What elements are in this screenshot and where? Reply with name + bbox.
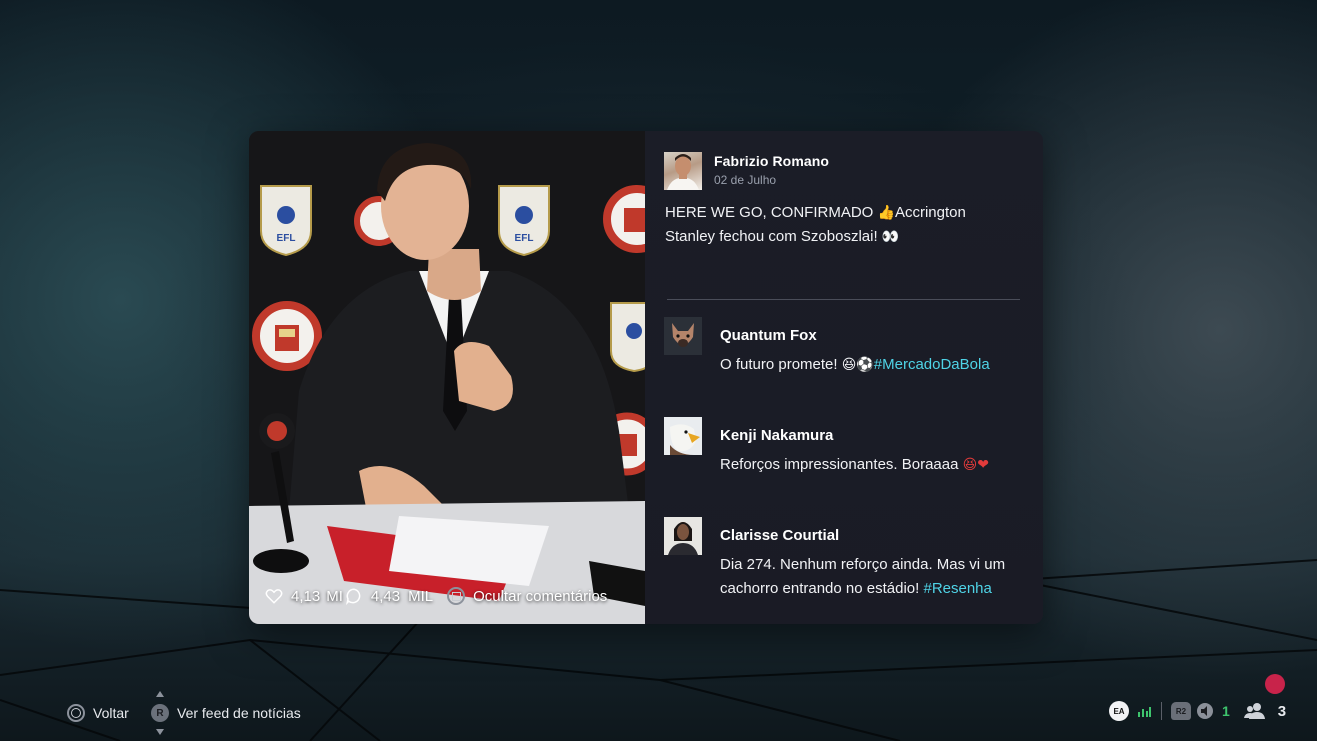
- comment-text: Reforços impressionantes. Boraaaa 😆❤: [720, 453, 1030, 477]
- laugh-heart-emoji-icon: 😆❤: [962, 457, 989, 473]
- laugh-soccer-emoji-icon: 😆⚽: [841, 357, 874, 373]
- signal-icon: [1138, 707, 1151, 717]
- post-text: HERE WE GO, CONFIRMADO 👍Accrington Stanl…: [665, 201, 1010, 249]
- r2-button-icon: R2: [1171, 702, 1191, 720]
- svg-text:EFL: EFL: [515, 233, 534, 244]
- commenter-avatar: [664, 317, 702, 355]
- back-hint[interactable]: Voltar: [67, 704, 129, 722]
- commenter-avatar: [664, 417, 702, 455]
- efl-badge: EFL: [498, 185, 550, 257]
- count-b: 3: [1277, 702, 1287, 720]
- commenter-name[interactable]: Kenji Nakamura: [720, 427, 833, 444]
- likes-unit: MI: [326, 587, 343, 605]
- comment-text: Dia 274. Nenhum reforço ainda. Mas vi um…: [720, 553, 1030, 601]
- status-divider: [1161, 702, 1162, 720]
- status-bar: EA R2 1 3: [1109, 701, 1286, 721]
- post-panel: Fabrizio Romano 02 de Julho HERE WE GO, …: [645, 131, 1043, 624]
- commenter-avatar: [664, 517, 702, 555]
- heart-icon[interactable]: [265, 587, 283, 605]
- right-stick-icon: R: [151, 691, 169, 735]
- svg-text:EFL: EFL: [277, 233, 296, 244]
- post-date: 02 de Julho: [714, 173, 777, 187]
- users-icon: [1243, 703, 1265, 719]
- comments-count: 4,43: [370, 587, 401, 605]
- comment-icon[interactable]: [345, 587, 363, 605]
- speaker-icon: [1197, 703, 1213, 719]
- author-avatar: [664, 152, 702, 190]
- likes-count: 4,13: [291, 587, 321, 605]
- count-a: 1: [1222, 703, 1230, 719]
- commenter-name[interactable]: Quantum Fox: [720, 327, 817, 344]
- author-name[interactable]: Fabrizio Romano: [714, 153, 829, 169]
- efl-badge: [610, 302, 645, 373]
- eyes-icon: 👀: [881, 229, 900, 245]
- square-button-icon[interactable]: [447, 587, 466, 605]
- commenter-name[interactable]: Clarisse Courtial: [720, 527, 839, 544]
- notification-dot[interactable]: [1265, 674, 1285, 694]
- back-label[interactable]: Voltar: [93, 705, 129, 721]
- news-feed-hint[interactable]: R Ver feed de notícias: [151, 691, 301, 735]
- efl-badge: EFL: [260, 185, 312, 257]
- club-crest: [603, 185, 645, 253]
- thumbs-up-icon: 👍: [877, 205, 895, 221]
- post-photo: EFL EFL 4,13 MI 4,43 MIL Ocultar comentá…: [249, 131, 645, 624]
- comment-text: O futuro promete! 😆⚽#MercadoDaBola: [720, 353, 1030, 377]
- club-crest: [252, 301, 322, 371]
- comments-unit: MIL: [408, 587, 434, 605]
- divider: [667, 299, 1020, 300]
- comment-body: Reforços impressionantes. Boraaaa: [720, 456, 959, 473]
- post-stats: 4,13 MI 4,43 MIL Ocultar comentários: [265, 587, 607, 605]
- news-feed-label[interactable]: Ver feed de notícias: [177, 705, 301, 721]
- hashtag-link[interactable]: #MercadoDaBola: [874, 356, 990, 373]
- circle-button-icon: [67, 704, 85, 722]
- post-text-part1: HERE WE GO, CONFIRMADO: [665, 204, 874, 221]
- signing-photo: EFL EFL: [249, 131, 645, 624]
- hide-comments-label[interactable]: Ocultar comentários: [473, 588, 607, 605]
- hashtag-link[interactable]: #Resenha: [923, 580, 991, 597]
- ea-logo-icon: EA: [1109, 701, 1129, 721]
- news-post-card: EFL EFL 4,13 MI 4,43 MIL Ocultar comentá…: [249, 131, 1043, 624]
- comment-body: O futuro promete!: [720, 356, 838, 373]
